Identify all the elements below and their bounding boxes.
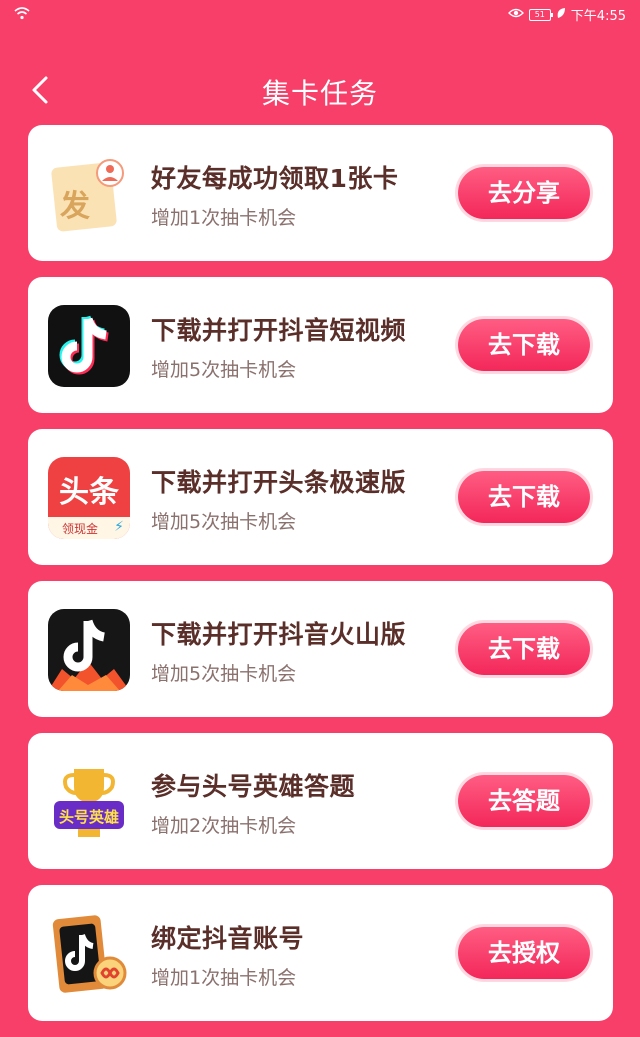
task-title: 绑定抖音账号 xyxy=(151,924,305,953)
task-card: 绑定抖音账号 增加1次抽卡机会 去授权 xyxy=(28,885,613,1021)
task-subtitle: 增加2次抽卡机会 xyxy=(151,815,297,837)
task-title: 好友每成功领取1张卡 xyxy=(151,164,399,193)
task-subtitle: 增加1次抽卡机会 xyxy=(151,207,297,229)
wifi-icon xyxy=(14,6,30,24)
toutiao-lite-app-icon: 头条 领现金 ⚡ xyxy=(48,457,130,539)
task-card: 头号英雄 参与头号英雄答题 增加2次抽卡机会 去答题 xyxy=(28,733,613,869)
task-card: 头条 领现金 ⚡ 下载并打开头条极速版 增加5次抽卡机会 去下载 xyxy=(28,429,613,565)
download-button[interactable]: 去下载 xyxy=(458,623,590,675)
page-title: 集卡任务 xyxy=(261,77,378,110)
trophy-hero-icon: 头号英雄 xyxy=(48,761,130,843)
task-title: 下载并打开头条极速版 xyxy=(151,468,407,497)
header: 集卡任务 xyxy=(0,60,640,120)
task-card: 下载并打开抖音短视频 增加5次抽卡机会 去下载 xyxy=(28,277,613,413)
eye-icon xyxy=(507,7,524,23)
douyin-app-icon xyxy=(48,305,130,387)
icon-banner: 领现金 ⚡ xyxy=(48,517,130,539)
bind-douyin-icon xyxy=(48,913,130,995)
battery-icon: 51 xyxy=(528,8,553,21)
task-subtitle: 增加1次抽卡机会 xyxy=(151,967,297,989)
clock-time: 下午4:55 xyxy=(570,9,626,24)
douyin-huoshan-app-icon xyxy=(48,609,130,691)
lightning-icon: ⚡ xyxy=(114,519,124,535)
task-title: 下载并打开抖音短视频 xyxy=(151,316,407,345)
leaf-icon xyxy=(556,7,566,23)
share-button[interactable]: 去分享 xyxy=(458,167,590,219)
task-subtitle: 增加5次抽卡机会 xyxy=(151,359,297,381)
task-card: 下载并打开抖音火山版 增加5次抽卡机会 去下载 xyxy=(28,581,613,717)
download-button[interactable]: 去下载 xyxy=(458,319,590,371)
status-bar: 51 下午4:55 xyxy=(0,0,640,28)
task-list: 发 好友每成功领取1张卡 增加1次抽卡机会 去分享 下载并打开抖音短视频 增加5… xyxy=(28,125,613,1037)
task-subtitle: 增加5次抽卡机会 xyxy=(151,511,297,533)
task-subtitle: 增加5次抽卡机会 xyxy=(151,663,297,685)
task-title: 下载并打开抖音火山版 xyxy=(151,620,407,649)
authorize-button[interactable]: 去授权 xyxy=(458,927,590,979)
send-card-icon: 发 xyxy=(48,153,130,235)
quiz-button[interactable]: 去答题 xyxy=(458,775,590,827)
task-title: 参与头号英雄答题 xyxy=(151,772,356,801)
task-card: 发 好友每成功领取1张卡 增加1次抽卡机会 去分享 xyxy=(28,125,613,261)
download-button[interactable]: 去下载 xyxy=(458,471,590,523)
